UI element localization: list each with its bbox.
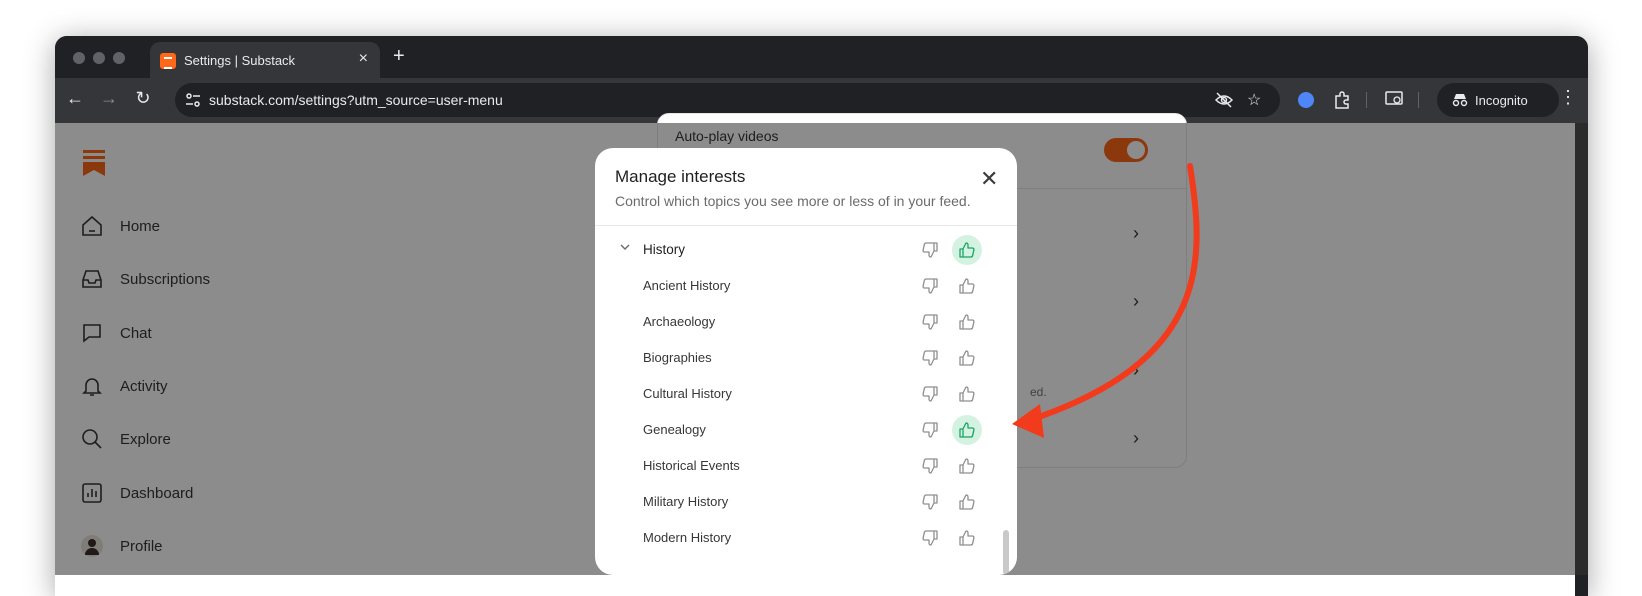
manage-interests-modal: Manage interests Control which topics yo… (595, 148, 1017, 575)
eye-off-icon[interactable] (1215, 92, 1233, 108)
topic-label: Ancient History (643, 278, 731, 293)
tab-settings[interactable]: Settings | Substack × (150, 42, 380, 78)
page-scrollbar[interactable] (1575, 123, 1588, 575)
thumbs-up-button[interactable] (952, 415, 982, 445)
forward-button[interactable]: → (97, 88, 121, 109)
incognito-icon (1452, 94, 1468, 107)
thumbs-up-button[interactable] (952, 235, 982, 265)
thumbs-down-button[interactable] (915, 343, 945, 373)
modal-subtitle: Control which topics you see more or les… (615, 193, 971, 209)
topic-row: Modern History (595, 521, 1017, 555)
thumbs-down-button[interactable] (915, 415, 945, 445)
toolbar-divider (1366, 92, 1367, 108)
modal-title: Manage interests (615, 167, 746, 186)
thumbs-up-button[interactable] (952, 523, 982, 553)
incognito-label: Incognito (1475, 93, 1528, 108)
incognito-badge[interactable]: Incognito (1437, 83, 1559, 117)
topic-category-row: History (595, 233, 1017, 267)
extensions-puzzle-icon[interactable] (1333, 91, 1351, 109)
maximize-window-dot[interactable] (113, 52, 125, 64)
topic-label: Archaeology (643, 314, 716, 329)
url-text[interactable]: substack.com/settings?utm_source=user-me… (209, 92, 503, 108)
thumbs-down-button[interactable] (915, 487, 945, 517)
tab-close-button[interactable]: × (359, 50, 368, 68)
thumbs-up-button[interactable] (952, 451, 982, 481)
tab-strip: Settings | Substack × + (55, 36, 1588, 78)
topic-label: Genealogy (643, 422, 706, 437)
topic-row: Archaeology (595, 305, 1017, 339)
url-host: substack.com (209, 92, 295, 108)
back-button[interactable]: ← (63, 88, 87, 109)
thumbs-up-button[interactable] (952, 487, 982, 517)
topic-row: Historical Events (595, 449, 1017, 483)
bookmark-star-icon[interactable]: ☆ (1247, 90, 1261, 110)
site-info-icon[interactable] (185, 92, 201, 108)
substack-favicon-icon (160, 53, 176, 69)
reload-button[interactable]: ↻ (131, 88, 155, 109)
thumbs-up-button[interactable] (952, 379, 982, 409)
topic-row: Genealogy (595, 413, 1017, 447)
topic-label: Modern History (643, 530, 732, 545)
close-window-dot[interactable] (73, 52, 85, 64)
new-tab-button[interactable]: + (393, 45, 405, 68)
thumbs-down-button[interactable] (915, 307, 945, 337)
url-path: /settings?utm_source=user-menu (294, 92, 503, 108)
topic-row: Cultural History (595, 377, 1017, 411)
thumbs-down-button[interactable] (915, 379, 945, 409)
thumbs-down-button[interactable] (915, 523, 945, 553)
topic-label: Cultural History (643, 386, 732, 401)
browser-menu-icon[interactable]: ⋮ (1559, 87, 1577, 108)
minimize-window-dot[interactable] (93, 52, 105, 64)
topic-row: Ancient History (595, 269, 1017, 303)
topic-label: Biographies (643, 350, 712, 365)
modal-divider (595, 225, 1017, 226)
tab-search-icon[interactable] (1385, 91, 1403, 107)
thumbs-down-button[interactable] (915, 451, 945, 481)
thumbs-down-button[interactable] (915, 235, 945, 265)
address-bar[interactable]: substack.com/settings?utm_source=user-me… (175, 83, 1280, 117)
thumbs-down-button[interactable] (915, 271, 945, 301)
modal-scrollbar-thumb[interactable] (1003, 530, 1009, 575)
close-icon[interactable]: ✕ (980, 166, 998, 192)
topic-label: Military History (643, 494, 729, 509)
thumbs-up-button[interactable] (952, 307, 982, 337)
topic-row: Biographies (595, 341, 1017, 375)
tab-title: Settings | Substack (184, 53, 296, 68)
thumbs-up-button[interactable] (952, 343, 982, 373)
password-manager-icon[interactable] (1298, 92, 1314, 108)
chevron-down-icon[interactable] (619, 241, 631, 253)
topic-label: History (643, 242, 686, 257)
toolbar-divider (1418, 92, 1419, 108)
thumbs-up-button[interactable] (952, 271, 982, 301)
topic-label: Historical Events (643, 458, 740, 473)
topic-row: Military History (595, 485, 1017, 519)
